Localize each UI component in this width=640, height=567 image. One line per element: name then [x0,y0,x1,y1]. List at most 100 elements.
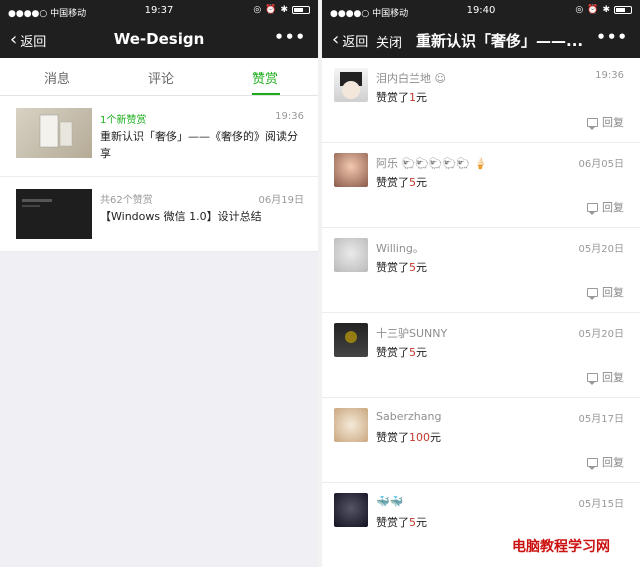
item-time: 05月20日 [578,244,624,255]
watermark: 电脑教程学习网 [510,536,612,556]
bluetooth-icon: ✱ [280,5,288,15]
reply-button[interactable]: 回复 [587,284,624,300]
avatar[interactable] [334,493,368,527]
appreciation-amount: 赞赏了5元 [376,174,427,190]
page-title: 重新认识「奢侈」——... [416,32,584,50]
item-time: 06月05日 [578,159,624,170]
reply-button[interactable]: 回复 [587,114,624,130]
reply-button[interactable]: 回复 [587,199,624,215]
amount-value: 5 [409,261,416,274]
comment-icon [587,457,598,470]
back-label: 返回 [342,35,369,50]
reply-label: 回复 [602,286,624,299]
tab-bar: 消息 评论 赞赏 [0,58,318,96]
left-screen: ●●●●○ 中国移动 19:37 ◎ ⏰ ✱ ‹ 返回 We-Design ••… [0,0,318,567]
tab-appreciation[interactable]: 赞赏 [252,68,278,87]
reply-label: 回复 [602,201,624,214]
reply-label: 回复 [602,371,624,384]
item-time: 19:36 [595,70,624,81]
avatar[interactable] [334,323,368,357]
alarm-icon: ⏰ [265,5,277,15]
battery-icon [292,6,310,14]
amount-unit: 元 [416,346,427,359]
appreciation-amount: 赞赏了1元 [376,89,427,105]
amount-prefix: 赞赏了 [376,91,409,104]
sender-name[interactable]: 泪内白兰地 ☺ [376,70,446,86]
amount-unit: 元 [416,91,427,104]
amount-unit: 元 [416,261,427,274]
article-thumbnail [16,189,92,239]
alarm-icon: ⏰ [587,5,599,15]
item-time: 06月19日 [258,195,304,206]
article-title: 【Windows 微信 1.0】设计总结 [100,210,262,223]
right-screen: ●●●●○ 中国移动 19:40 ◎ ⏰ ✱ ‹ 返回 关闭 重新认识「奢侈」—… [322,0,640,567]
appreciation-amount: 赞赏了5元 [376,259,427,275]
item-time: 05月15日 [578,499,624,510]
sender-name[interactable]: 🐳🐳 [376,495,403,508]
avatar[interactable] [334,153,368,187]
amount-value: 5 [409,516,416,529]
reply-button[interactable]: 回复 [587,369,624,385]
article-thumbnail [16,108,92,158]
comment-icon [587,287,598,300]
amount-value: 1 [409,91,416,104]
cartoon-face-icon [340,72,362,99]
amount-prefix: 赞赏了 [376,346,409,359]
item-time: 05月20日 [578,329,624,340]
appreciation-amount: 赞赏了5元 [376,514,427,530]
empty-area [0,252,318,567]
amount-prefix: 赞赏了 [376,516,409,529]
item-time: 05月17日 [578,414,624,425]
amount-prefix: 赞赏了 [376,431,409,444]
amount-value: 100 [409,431,430,444]
book-icon [39,114,73,148]
amount-value: 5 [409,176,416,189]
status-icons: ◎ ⏰ ✱ [575,5,632,15]
list-item[interactable]: 1个新赞赏 19:36 重新认识「奢侈」——《奢侈的》阅读分享 [0,97,318,177]
status-icons: ◎ ⏰ ✱ [253,5,310,15]
more-button[interactable]: ••• [596,28,628,46]
appreciation-item: 十三驴SUNNY 05月20日 赞赏了5元 回复 [322,313,640,398]
sender-name[interactable]: 阿乐 🐑🐑🐑🐑🐑 🍦 [376,155,487,171]
avatar[interactable] [334,408,368,442]
avatar[interactable] [334,238,368,272]
avatar[interactable] [334,68,368,102]
amount-value: 5 [409,346,416,359]
page-title: We-Design [113,30,205,48]
sender-name[interactable]: Willing。 [376,240,424,256]
battery-icon [614,6,632,14]
back-button[interactable]: ‹ 返回 [332,30,369,50]
item-time: 19:36 [275,111,304,122]
comment-icon [587,117,598,130]
sender-name[interactable]: 十三驴SUNNY [376,325,447,341]
comment-icon [587,372,598,385]
close-button[interactable]: 关闭 [376,32,402,51]
article-title: 重新认识「奢侈」——《奢侈的》阅读分享 [100,130,298,160]
tab-active-indicator [252,93,280,95]
nav-bar: ‹ 返回 We-Design ••• [0,22,318,58]
more-button[interactable]: ••• [274,28,306,46]
dark-cover-icon [22,199,52,207]
dark-photo-icon [345,331,357,343]
amount-prefix: 赞赏了 [376,176,409,189]
reply-label: 回复 [602,456,624,469]
appreciation-item: Willing。 05月20日 赞赏了5元 回复 [322,228,640,313]
tab-messages[interactable]: 消息 [44,68,70,87]
reply-button[interactable]: 回复 [587,454,624,470]
total-appreciation-count: 共62个赞赏 [100,195,153,206]
nav-bar: ‹ 返回 关闭 重新认识「奢侈」——... ••• [322,22,640,58]
status-bar: ●●●●○ 中国移动 19:37 ◎ ⏰ ✱ [0,0,318,22]
appreciation-item: 阿乐 🐑🐑🐑🐑🐑 🍦 06月05日 赞赏了5元 回复 [322,143,640,228]
tab-comments[interactable]: 评论 [148,68,174,87]
lock-rotation-icon: ◎ [575,5,584,15]
bluetooth-icon: ✱ [602,5,610,15]
list-item[interactable]: 共62个赞赏 06月19日 【Windows 微信 1.0】设计总结 [0,177,318,252]
amount-unit: 元 [416,516,427,529]
amount-unit: 元 [416,176,427,189]
status-bar: ●●●●○ 中国移动 19:40 ◎ ⏰ ✱ [322,0,640,22]
comment-icon [587,202,598,215]
appreciation-item: 泪内白兰地 ☺ 19:36 赞赏了1元 回复 [322,58,640,143]
new-appreciation-count: 1个新赞赏 [100,115,147,126]
sender-name[interactable]: Saberzhang [376,410,441,423]
amount-unit: 元 [430,431,441,444]
